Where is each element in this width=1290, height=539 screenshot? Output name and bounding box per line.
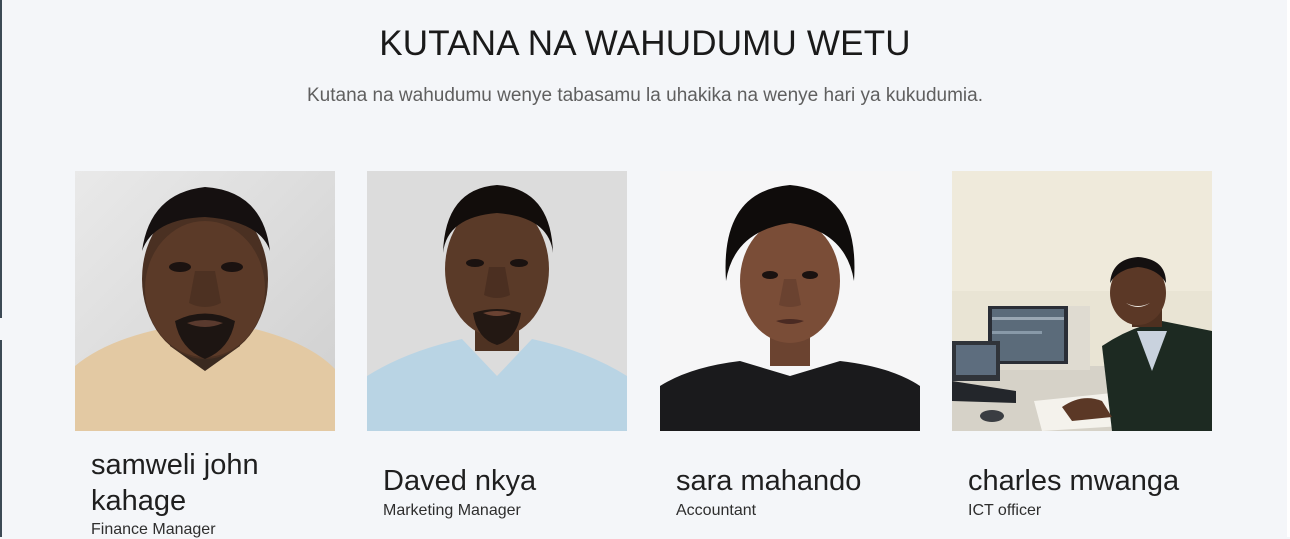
member-role: ICT officer [968, 502, 1042, 519]
team-photo-sara [660, 171, 920, 431]
team-photo-daved [367, 171, 627, 431]
section-subtitle: Kutana na wahudumu wenye tabasamu la uha… [307, 85, 983, 106]
team-photo-charles [952, 171, 1212, 431]
member-role: Accountant [676, 502, 757, 519]
section-title: KUTANA NA WAHUDUMU WETU [379, 24, 911, 63]
member-role: Marketing Manager [383, 502, 521, 519]
left-edge-border [0, 0, 2, 537]
team-photo-samweli [75, 171, 335, 431]
team-card: sara mahando Accountant [660, 171, 920, 519]
member-name: charles mwanga [968, 465, 1180, 497]
team-card: Daved nkya Marketing Manager [367, 171, 627, 519]
team-card: samweli john kahage Finance Manager [75, 171, 335, 538]
team-card: charles mwanga ICT officer [952, 171, 1212, 519]
member-name: Daved nkya [383, 465, 537, 497]
member-role: Finance Manager [91, 521, 216, 538]
member-name: samweli john kahage [91, 449, 259, 517]
member-name: sara mahando [676, 465, 862, 497]
